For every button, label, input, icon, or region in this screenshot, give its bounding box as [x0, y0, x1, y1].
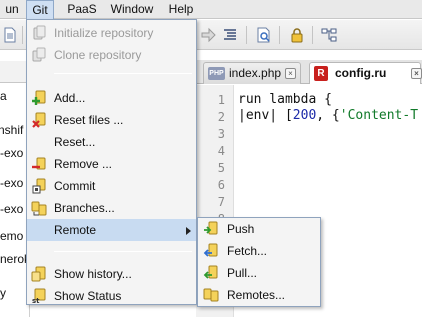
line-number: 3	[217, 127, 225, 141]
menu-help[interactable]: Help	[163, 0, 199, 19]
menu-git[interactable]: Git	[26, 0, 54, 20]
menu-separator	[54, 251, 192, 252]
menu-paas[interactable]: PaaS	[60, 0, 104, 19]
tab-config-ru[interactable]: R config.ru ×	[309, 62, 422, 84]
commit-icon	[32, 178, 46, 194]
close-icon[interactable]: ×	[285, 68, 296, 79]
menu-item-branches[interactable]: Branches...	[27, 197, 196, 219]
php-file-icon: PHP	[208, 67, 225, 80]
reset-files-icon	[32, 112, 46, 128]
menu-item-label: Remove ...	[54, 157, 113, 171]
line-number: 6	[217, 178, 225, 192]
forward-icon[interactable]	[200, 27, 216, 43]
push-icon	[204, 221, 218, 235]
remote-submenu: Push Fetch... Pull... Remotes...	[197, 217, 321, 307]
search-file-icon[interactable]	[256, 27, 272, 43]
remove-icon	[32, 157, 46, 170]
menu-item-label: Clone repository	[54, 48, 142, 62]
history-icon	[31, 266, 46, 282]
menu-item-push[interactable]: Push	[198, 218, 320, 240]
menu-item-remotes[interactable]: Remotes...	[198, 284, 320, 306]
ruby-file-icon: R	[314, 66, 328, 81]
menu-item-show-status[interactable]: st Show Status	[27, 285, 196, 307]
tree-item[interactable]: nshif	[0, 122, 28, 138]
line-number: 7	[217, 195, 225, 209]
hierarchy-icon[interactable]	[321, 27, 337, 43]
git-menu-dropdown: Initialize repository Clone repository A…	[26, 19, 197, 305]
menu-item-clone-repository[interactable]: Clone repository	[27, 44, 196, 66]
status-icon: st	[32, 288, 46, 304]
menu-item-label: Commit	[54, 179, 96, 193]
tab-label: config.ru	[335, 66, 387, 80]
menu-bar: un Git PaaS Window Help	[0, 0, 422, 20]
toolbar-separator	[246, 26, 247, 44]
menu-item-commit[interactable]: Commit	[27, 175, 196, 197]
menu-item-label: Push	[227, 222, 255, 236]
menu-item-add[interactable]: Add...	[27, 87, 196, 109]
editor-tab-bar: PHP index.php × R config.ru ×	[196, 60, 422, 84]
toolbar-separator	[312, 26, 313, 44]
menu-item-label: Remote	[54, 223, 97, 237]
line-number: 4	[217, 144, 225, 158]
menu-item-label: Fetch...	[227, 244, 268, 258]
code-text: |env| [	[238, 108, 293, 123]
repository-icon	[33, 25, 46, 40]
menu-item-label: Show history...	[54, 267, 132, 281]
menu-item-label: Branches...	[54, 201, 115, 215]
menu-item-remove[interactable]: Remove ...	[27, 153, 196, 175]
menu-item-label: Reset files ...	[54, 113, 124, 127]
toolbar-separator	[279, 26, 280, 44]
menu-item-show-history[interactable]: Show history...	[27, 263, 196, 285]
close-icon[interactable]: ×	[411, 68, 422, 79]
tab-index-php[interactable]: PHP index.php ×	[203, 62, 301, 84]
code-text: run lambda {	[238, 92, 332, 107]
menu-item-label: Add...	[54, 91, 86, 105]
menu-item-label: Remotes...	[227, 288, 286, 302]
menu-window[interactable]: Window	[106, 0, 158, 19]
remotes-icon	[203, 288, 219, 302]
menu-item-label: Initialize repository	[54, 26, 154, 40]
menu-item-label: Reset...	[54, 135, 96, 149]
code-line-2[interactable]: |env| [200, {'Content-T	[238, 108, 418, 123]
code-line-1[interactable]: run lambda {	[238, 92, 332, 107]
fetch-icon	[203, 243, 218, 257]
code-text: , {	[316, 108, 340, 123]
menu-item-pull[interactable]: Pull...	[198, 262, 320, 284]
format-icon[interactable]	[222, 27, 238, 43]
menu-item-fetch[interactable]: Fetch...	[198, 240, 320, 262]
code-number: 200	[292, 108, 317, 123]
menu-item-label: Pull...	[227, 266, 258, 280]
line-number: 2	[217, 110, 225, 124]
svg-text:st: st	[32, 297, 40, 304]
tab-label: index.php	[229, 66, 282, 80]
line-number: 5	[217, 161, 225, 175]
line-number: 1	[217, 93, 225, 107]
menu-item-remote[interactable]: Remote	[27, 219, 196, 241]
lock-icon[interactable]	[289, 27, 305, 43]
menu-item-label: Show Status	[54, 289, 122, 303]
code-string: 'Content-T	[339, 108, 419, 123]
new-file-icon[interactable]	[2, 27, 18, 43]
menu-item-initialize-repository[interactable]: Initialize repository	[27, 22, 196, 44]
menu-run[interactable]: un	[0, 0, 24, 19]
toolbar-separator	[22, 26, 23, 44]
menu-item-reset-files[interactable]: Reset files ...	[27, 109, 196, 131]
pull-icon	[203, 265, 218, 279]
clone-icon	[32, 47, 46, 62]
menu-separator	[54, 73, 192, 74]
branches-icon	[31, 201, 47, 216]
submenu-arrow-icon	[186, 227, 191, 235]
add-icon	[32, 90, 46, 105]
menu-item-reset[interactable]: Reset...	[27, 131, 196, 153]
